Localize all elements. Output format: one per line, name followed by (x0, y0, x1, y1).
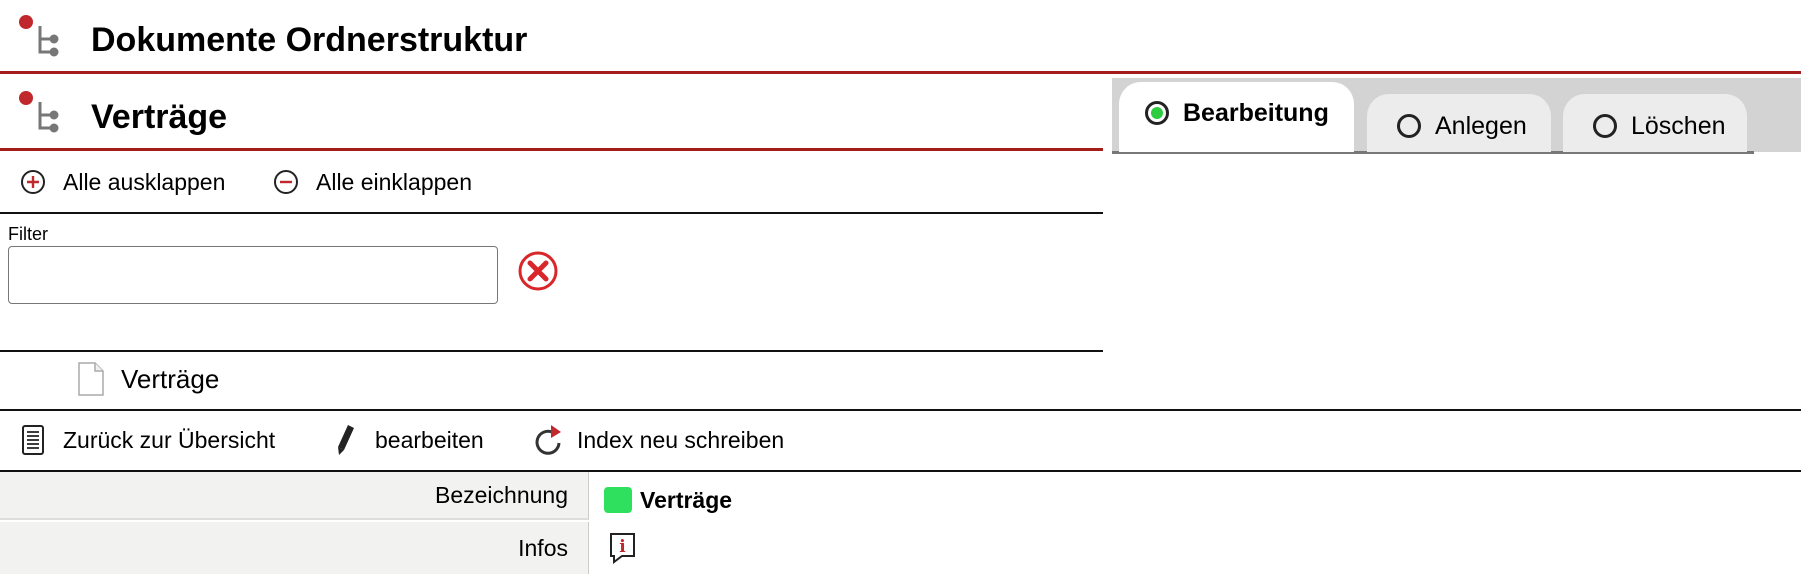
radio-icon (1593, 114, 1617, 138)
expand-all-button[interactable]: Alle ausklappen (20, 167, 225, 197)
tree-structure-icon (14, 88, 76, 155)
detail-label-infos: Infos (0, 522, 589, 574)
radio-selected-icon (1145, 101, 1169, 125)
tab-label: Löschen (1631, 111, 1726, 140)
reindex-label: Index neu schreiben (577, 427, 785, 453)
tree-structure-icon (14, 12, 76, 79)
tab-label: Anlegen (1435, 111, 1527, 140)
color-swatch (604, 487, 632, 513)
radio-icon (1397, 114, 1421, 138)
svg-text:i: i (619, 537, 626, 557)
collapse-all-button[interactable]: Alle einklappen (273, 167, 472, 197)
section-title: Verträge (91, 98, 228, 136)
document-icon (78, 362, 104, 396)
back-to-overview-button[interactable]: Zurück zur Übersicht (21, 424, 275, 456)
tab-loeschen[interactable]: Löschen (1563, 94, 1747, 152)
back-to-overview-label: Zurück zur Übersicht (63, 427, 276, 453)
reindex-button[interactable]: Index neu schreiben (533, 424, 784, 456)
tab-label: Bearbeitung (1183, 98, 1329, 127)
section-divider (0, 148, 1103, 151)
detail-label-bezeichnung: Bezeichnung (0, 472, 589, 520)
filter-label: Filter (8, 224, 48, 244)
clear-filter-icon (518, 251, 558, 291)
divider (0, 409, 1801, 411)
divider (0, 350, 1103, 352)
tab-bearbeitung[interactable]: Bearbeitung (1119, 82, 1354, 152)
header-divider (0, 71, 1801, 74)
tree-item-vertraege[interactable]: Verträge (76, 361, 219, 397)
detail-value-infos: i (604, 528, 646, 568)
detail-value-bezeichnung: Verträge (604, 472, 732, 528)
minus-circle-icon (274, 170, 298, 194)
edit-label: bearbeiten (375, 427, 484, 453)
edit-button[interactable]: bearbeiten (333, 424, 484, 456)
tab-anlegen[interactable]: Anlegen (1367, 94, 1551, 152)
list-document-icon (22, 425, 44, 455)
info-icon[interactable]: i (608, 531, 638, 565)
divider (0, 212, 1103, 214)
plus-circle-icon (21, 170, 45, 194)
page-title: Dokumente Ordnerstruktur (91, 21, 528, 59)
filter-input[interactable] (8, 246, 498, 304)
tree-item-label: Verträge (121, 363, 220, 394)
clear-filter-button[interactable] (517, 250, 559, 297)
collapse-all-label: Alle einklappen (316, 169, 473, 195)
refresh-icon (535, 425, 561, 455)
pencil-icon (338, 425, 354, 455)
expand-all-label: Alle ausklappen (63, 169, 226, 195)
